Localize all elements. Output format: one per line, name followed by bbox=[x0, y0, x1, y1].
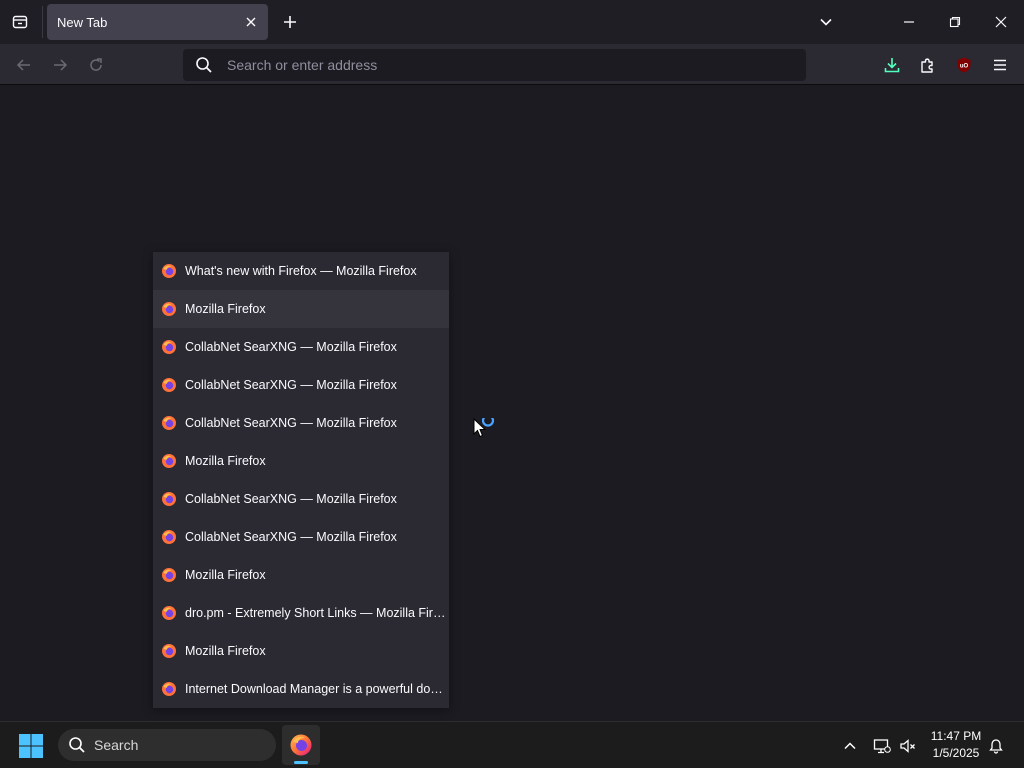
firefox-icon bbox=[162, 568, 176, 582]
chevron-up-icon bbox=[844, 742, 856, 750]
windows-start-icon[interactable] bbox=[18, 733, 44, 759]
search-icon bbox=[69, 737, 85, 753]
minimize-button[interactable] bbox=[886, 0, 932, 44]
firefox-view-icon bbox=[12, 15, 28, 29]
history-menu-item-label: CollabNet SearXNG — Mozilla Firefox bbox=[185, 416, 397, 430]
firefox-icon bbox=[162, 302, 176, 316]
network-tray-button[interactable] bbox=[870, 734, 894, 758]
history-menu-item[interactable]: CollabNet SearXNG — Mozilla Firefox bbox=[153, 518, 449, 556]
history-menu-item[interactable]: Mozilla Firefox bbox=[153, 556, 449, 594]
history-menu-item[interactable]: CollabNet SearXNG — Mozilla Firefox bbox=[153, 480, 449, 518]
url-bar[interactable] bbox=[183, 49, 806, 81]
close-window-button[interactable] bbox=[978, 0, 1024, 44]
show-hidden-icons-button[interactable] bbox=[838, 734, 862, 758]
tab-new-tab[interactable]: New Tab bbox=[47, 4, 268, 40]
forward-button[interactable] bbox=[47, 52, 73, 78]
history-menu-item-label: dro.pm - Extremely Short Links — Mozilla… bbox=[185, 606, 449, 620]
history-menu-item-label: What's new with Firefox — Mozilla Firefo… bbox=[185, 264, 417, 278]
taskbar-active-indicator bbox=[294, 761, 308, 764]
address-input[interactable] bbox=[227, 49, 787, 81]
network-icon bbox=[873, 739, 891, 754]
downloads-button[interactable] bbox=[879, 52, 905, 78]
taskbar-clock[interactable]: 11:47 PM 1/5/2025 bbox=[926, 728, 986, 762]
busy-cursor-icon bbox=[473, 418, 495, 438]
tab-title: New Tab bbox=[57, 15, 108, 30]
windows-taskbar: Search 11:47 PM 1/5/2025 bbox=[0, 721, 1024, 768]
restore-icon bbox=[949, 16, 961, 28]
firefox-icon bbox=[162, 454, 176, 468]
reload-button[interactable] bbox=[83, 52, 109, 78]
minimize-icon bbox=[904, 21, 914, 23]
history-menu-item-label: CollabNet SearXNG — Mozilla Firefox bbox=[185, 378, 397, 392]
taskbar-search-label: Search bbox=[94, 737, 139, 753]
history-menu-item-label: CollabNet SearXNG — Mozilla Firefox bbox=[185, 492, 397, 506]
firefox-icon bbox=[162, 644, 176, 658]
ublock-origin-button[interactable]: uO bbox=[951, 52, 977, 78]
history-menu-item[interactable]: CollabNet SearXNG — Mozilla Firefox bbox=[153, 366, 449, 404]
close-icon bbox=[246, 17, 256, 27]
arrow-right-icon bbox=[54, 59, 68, 71]
firefox-icon bbox=[162, 606, 176, 620]
history-menu-item-label: CollabNet SearXNG — Mozilla Firefox bbox=[185, 340, 397, 354]
close-icon bbox=[995, 16, 1007, 28]
restore-button[interactable] bbox=[932, 0, 978, 44]
list-all-tabs-button[interactable] bbox=[814, 10, 838, 34]
history-menu-item-label: CollabNet SearXNG — Mozilla Firefox bbox=[185, 530, 397, 544]
history-dropdown-menu: What's new with Firefox — Mozilla Firefo… bbox=[153, 252, 449, 708]
history-menu-item[interactable]: Mozilla Firefox bbox=[153, 442, 449, 480]
taskbar-firefox-button[interactable] bbox=[282, 725, 320, 765]
ublock-origin-icon: uO bbox=[957, 57, 971, 73]
firefox-icon bbox=[162, 340, 176, 354]
navigation-toolbar: uO bbox=[0, 44, 1024, 85]
extensions-button[interactable] bbox=[915, 52, 941, 78]
history-menu-item-label: Internet Download Manager is a powerful … bbox=[185, 682, 449, 696]
history-menu-item[interactable]: Internet Download Manager is a powerful … bbox=[153, 670, 449, 708]
firefox-icon bbox=[162, 682, 176, 696]
download-icon bbox=[884, 58, 900, 73]
chevron-down-icon bbox=[820, 18, 832, 26]
history-menu-item[interactable]: Mozilla Firefox bbox=[153, 290, 449, 328]
firefox-icon bbox=[162, 264, 176, 278]
svg-text:uO: uO bbox=[960, 64, 969, 70]
hamburger-menu-icon bbox=[994, 59, 1006, 71]
app-menu-button[interactable] bbox=[987, 52, 1013, 78]
volume-tray-button[interactable] bbox=[896, 734, 920, 758]
tab-close-button[interactable] bbox=[242, 13, 260, 31]
history-menu-item-label: Mozilla Firefox bbox=[185, 302, 266, 316]
new-tab-button[interactable] bbox=[278, 10, 302, 34]
history-menu-item[interactable]: CollabNet SearXNG — Mozilla Firefox bbox=[153, 328, 449, 366]
firefox-icon bbox=[162, 416, 176, 430]
history-menu-item-label: Mozilla Firefox bbox=[185, 568, 266, 582]
history-menu-item[interactable]: CollabNet SearXNG — Mozilla Firefox bbox=[153, 404, 449, 442]
history-menu-item[interactable]: dro.pm - Extremely Short Links — Mozilla… bbox=[153, 594, 449, 632]
clock-time: 11:47 PM bbox=[930, 729, 982, 743]
bell-icon bbox=[989, 739, 1003, 754]
firefox-icon bbox=[162, 378, 176, 392]
volume-muted-icon bbox=[900, 739, 915, 753]
back-button[interactable] bbox=[11, 52, 37, 78]
history-menu-item-label: Mozilla Firefox bbox=[185, 454, 266, 468]
plus-icon bbox=[284, 16, 296, 28]
firefox-view-button[interactable] bbox=[8, 10, 32, 34]
firefox-icon bbox=[162, 492, 176, 506]
tab-strip: New Tab bbox=[0, 0, 1024, 44]
clock-date: 1/5/2025 bbox=[932, 746, 980, 760]
arrow-left-icon bbox=[16, 59, 30, 71]
firefox-icon bbox=[290, 734, 312, 756]
firefox-icon bbox=[162, 530, 176, 544]
tab-strip-separator bbox=[42, 6, 43, 38]
history-menu-item-label: Mozilla Firefox bbox=[185, 644, 266, 658]
taskbar-search-box[interactable]: Search bbox=[58, 729, 276, 761]
history-menu-item[interactable]: What's new with Firefox — Mozilla Firefo… bbox=[153, 252, 449, 290]
history-menu-item[interactable]: Mozilla Firefox bbox=[153, 632, 449, 670]
reload-icon bbox=[90, 58, 102, 71]
search-icon bbox=[196, 57, 212, 73]
puzzle-piece-icon bbox=[921, 58, 933, 73]
notifications-button[interactable] bbox=[984, 734, 1008, 758]
